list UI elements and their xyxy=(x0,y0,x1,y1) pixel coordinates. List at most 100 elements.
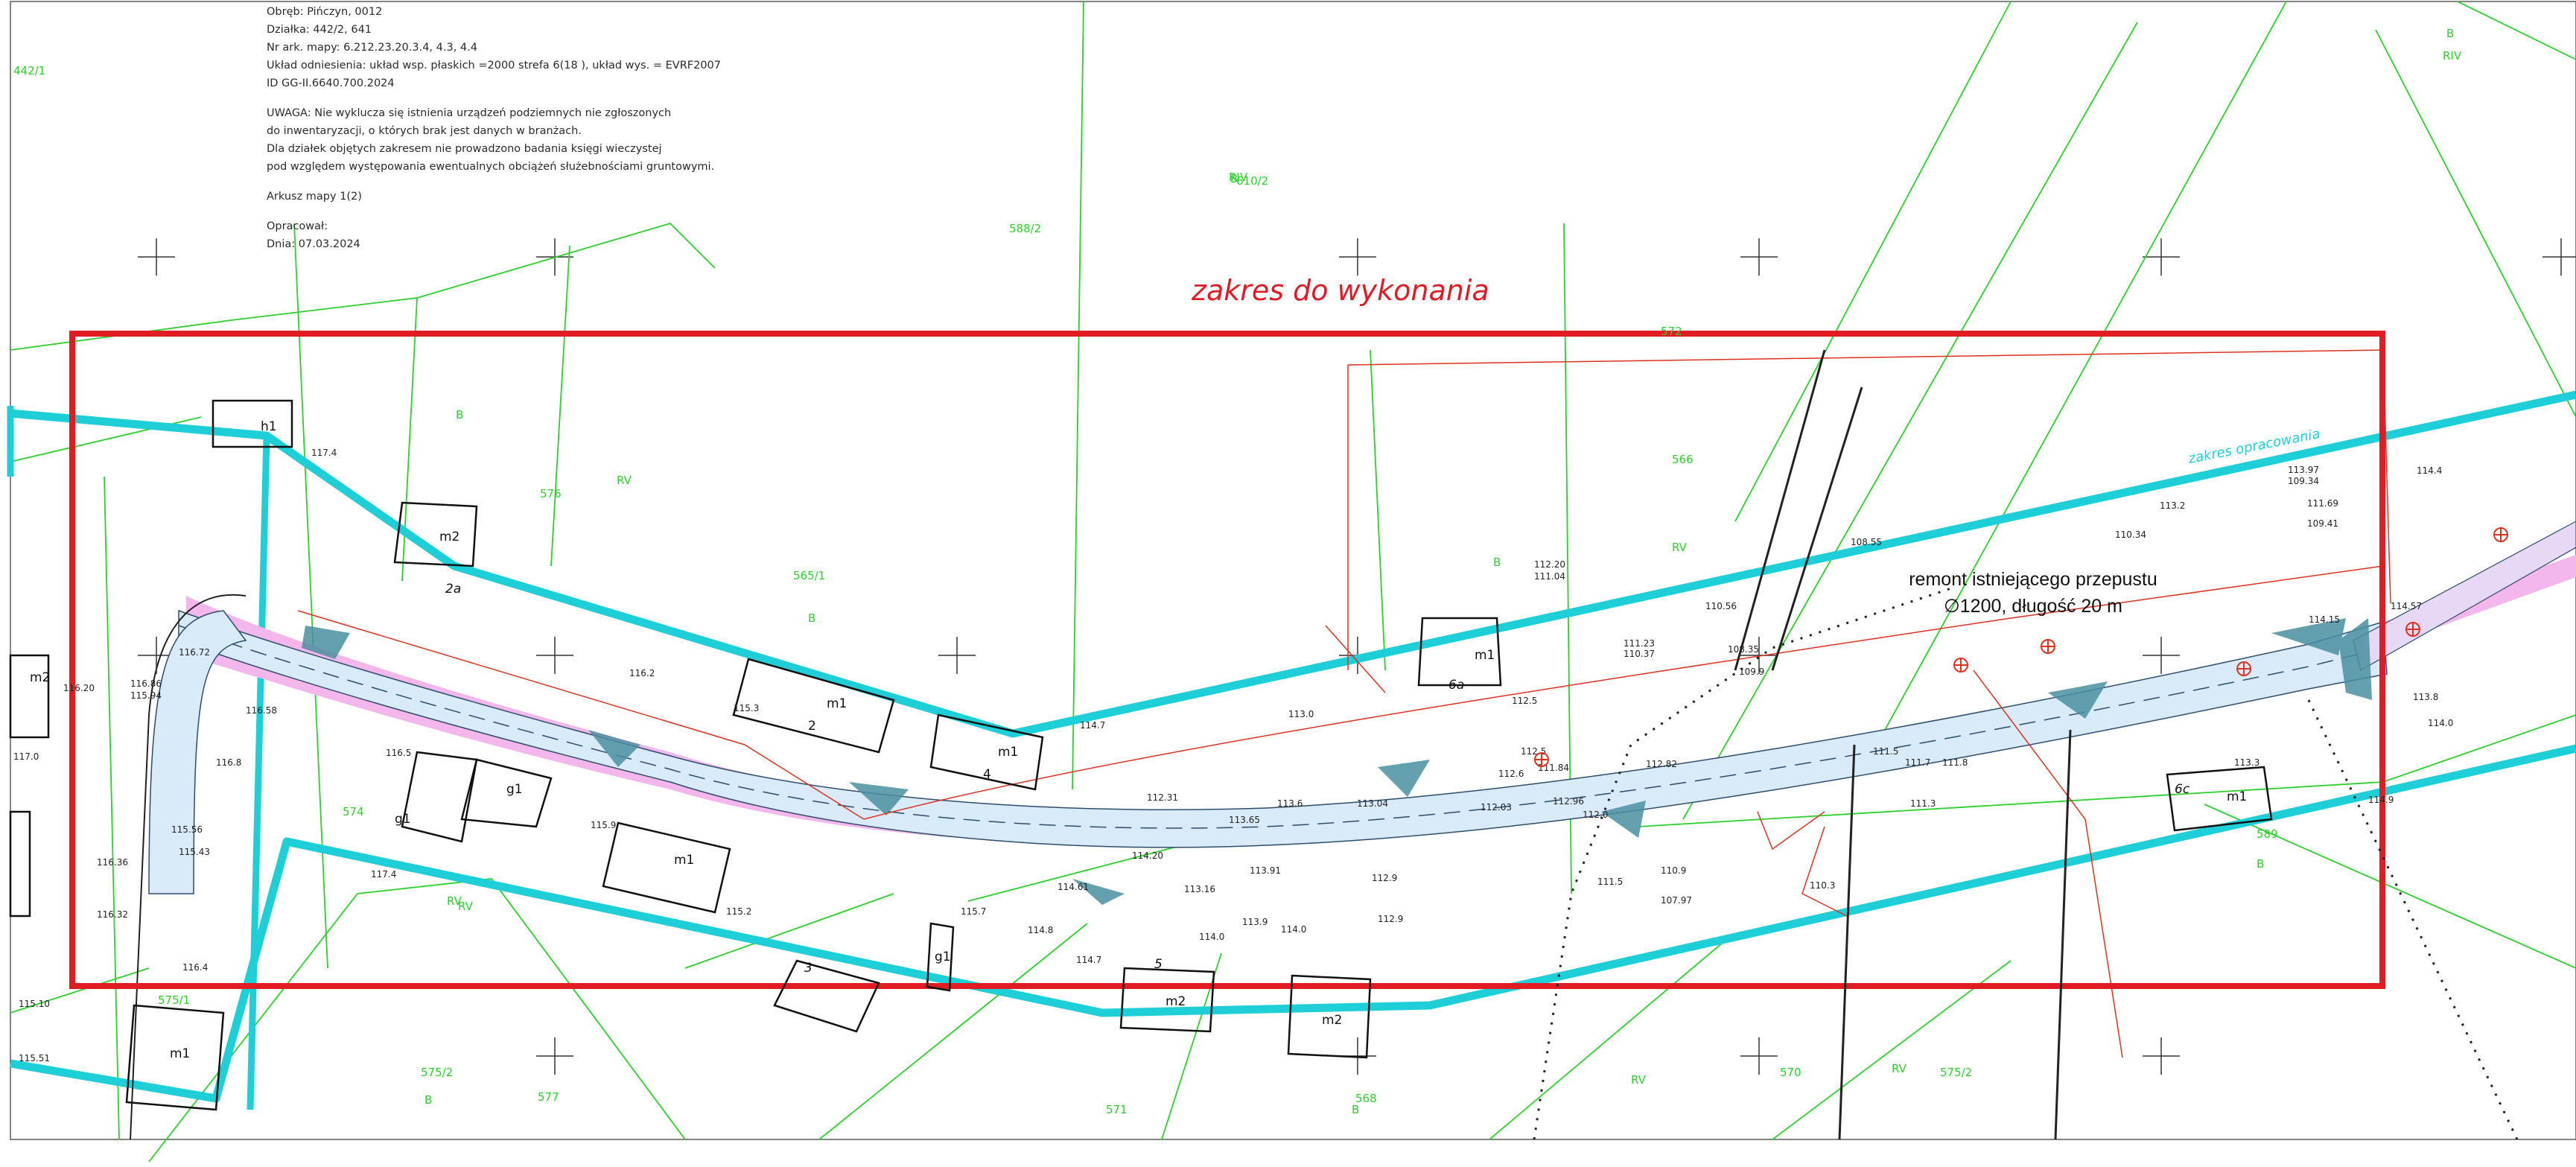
elevation: 116.86 xyxy=(130,678,162,689)
elevation: 116.8 xyxy=(216,757,241,768)
parcel-label: 565/1 xyxy=(793,569,825,582)
parcel-label: 575/1 xyxy=(158,993,190,1007)
elevation: 111.84 xyxy=(1538,763,1569,773)
elevation: 112.5 xyxy=(1512,696,1537,706)
header-line: Nr ark. mapy: 6.212.23.20.3.4, 4.3, 4.4 xyxy=(267,42,477,54)
elevation: 112.5 xyxy=(1521,746,1546,757)
elevation: 113.65 xyxy=(1229,815,1260,825)
elevation: 110.56 xyxy=(1705,601,1737,611)
elevation: 115.9 xyxy=(591,820,616,830)
building-label: g1 xyxy=(935,950,951,964)
elevation: 107.97 xyxy=(1661,895,1692,906)
elevation: 110.9 xyxy=(1661,865,1686,876)
land-class-label: B xyxy=(808,611,815,625)
parcel-label: 576 xyxy=(540,487,562,500)
elevation: 110.37 xyxy=(1623,649,1655,659)
building-label: 4 xyxy=(983,767,991,782)
parcel-label: 566 xyxy=(1672,453,1694,466)
header-line: Opracował: xyxy=(267,220,328,232)
parcel-label: 570 xyxy=(1780,1066,1801,1079)
elevation: 116.32 xyxy=(97,909,128,920)
elevation: 117.4 xyxy=(311,448,337,458)
elevation: 116.20 xyxy=(63,683,95,693)
elevation: 114.7 xyxy=(1080,720,1105,731)
map-header: Obręb: Pińczyn, 0012 Działka: 442/2, 641… xyxy=(267,3,1235,253)
building-label: h1 xyxy=(261,419,277,434)
parcel-label: 575/2 xyxy=(421,1066,453,1079)
building xyxy=(401,751,478,843)
elevation: 109.41 xyxy=(2307,518,2338,529)
building-label: 6c xyxy=(2175,782,2190,797)
elevation: 116.2 xyxy=(629,668,655,678)
building-label: m2 xyxy=(1322,1013,1342,1028)
building-label: m1 xyxy=(170,1046,190,1061)
land-class-label: RV xyxy=(1892,1062,1907,1075)
building-label: 3 xyxy=(804,961,812,976)
elevation: 110.34 xyxy=(2115,530,2146,540)
header-line: Obręb: Pińczyn, 0012 xyxy=(267,6,383,18)
study-boundary xyxy=(10,390,2576,1103)
building xyxy=(2166,766,2273,832)
elevation: 114.9 xyxy=(2368,795,2394,805)
culvert-note-line1: remont istniejącego przepustu xyxy=(1909,569,2157,590)
elevation: 111.5 xyxy=(1873,746,1898,757)
elevation: 117.4 xyxy=(371,869,396,880)
land-class-label: RV xyxy=(617,474,632,487)
elevation: 112.82 xyxy=(1646,759,1677,769)
parcel-label: 571 xyxy=(1106,1103,1128,1116)
building-label: 2 xyxy=(808,719,816,734)
elevation: 115.94 xyxy=(130,690,162,701)
header-line: ID GG-II.6640.700.2024 xyxy=(267,77,395,89)
land-class-label: B xyxy=(2446,27,2454,40)
elevation: 112.9 xyxy=(1372,873,1397,883)
elevation: 114.0 xyxy=(2428,718,2453,728)
land-class-label: RV xyxy=(1631,1073,1647,1087)
building xyxy=(9,810,31,918)
header-line: Arkusz mapy 1(2) xyxy=(267,191,362,203)
header-line: pod względem występowania ewentualnych o… xyxy=(267,161,715,173)
parcel-label: 575/2 xyxy=(1940,1066,1972,1079)
elevation: 112.31 xyxy=(1147,792,1178,803)
elevation: 114.0 xyxy=(1281,924,1306,935)
road-east-branch xyxy=(2353,521,2576,671)
elevation: 114.4 xyxy=(2417,465,2442,476)
elevation: 115.3 xyxy=(734,703,759,713)
elevation: 115.2 xyxy=(726,906,751,917)
elevation: 113.2 xyxy=(2160,500,2185,511)
elevation: 113.04 xyxy=(1357,798,1388,809)
elevation: 112.9 xyxy=(1378,914,1403,924)
land-class-label: B xyxy=(2257,857,2264,871)
parcel-label: 574 xyxy=(343,805,364,818)
elevation: 115.43 xyxy=(179,847,210,857)
building-label: m2 xyxy=(1165,994,1186,1009)
elevation: 113.0 xyxy=(1288,709,1314,719)
land-class-label: RIV xyxy=(2443,49,2462,63)
parcel-label: 577 xyxy=(538,1090,559,1104)
elevation: 112.20 xyxy=(1534,559,1565,570)
header-line: do inwentaryzacji, o których brak jest d… xyxy=(267,125,582,137)
elevation: 115.56 xyxy=(171,824,203,835)
culvert-note: remont istniejącego przepustu ∅1200, dłu… xyxy=(1877,566,2189,620)
header-line: Działka: 442/2, 641 xyxy=(267,24,372,36)
building xyxy=(773,959,880,1033)
culvert-note-line2: ∅1200, długość 20 m xyxy=(1944,596,2122,617)
elevation: 110.3 xyxy=(1810,880,1835,891)
elevation: 116.72 xyxy=(179,647,210,658)
elevation: 108.35 xyxy=(1728,644,1759,655)
building-label: m1 xyxy=(1475,648,1495,663)
elevation: 111.5 xyxy=(1597,877,1623,887)
elevation: 116.36 xyxy=(97,857,128,868)
elevation: 113.6 xyxy=(1277,798,1303,809)
building-label: m1 xyxy=(2227,789,2247,804)
parcel-label: 442/1 xyxy=(13,64,45,77)
elevation: 111.04 xyxy=(1534,571,1565,582)
elevation: 116.4 xyxy=(182,962,208,973)
header-line: Układ odniesienia: układ wsp. płaskich =… xyxy=(267,60,722,71)
land-class-label: RV xyxy=(1672,541,1688,554)
elevation: 117.0 xyxy=(13,751,39,762)
land-class-label: B xyxy=(424,1093,432,1107)
elevation: 114.0 xyxy=(1199,932,1224,942)
building-label: 2a xyxy=(445,582,461,597)
elevation: 113.3 xyxy=(2234,757,2259,768)
building-label: g1 xyxy=(395,812,411,827)
